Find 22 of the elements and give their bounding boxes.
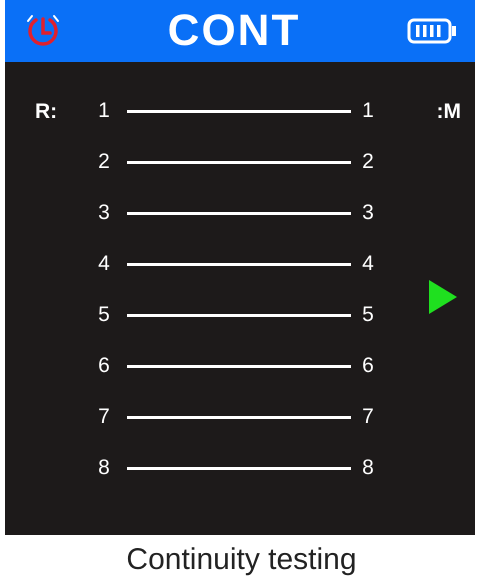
pin-number: 7 — [361, 404, 375, 430]
pin-number: 8 — [361, 455, 375, 481]
pin-number: 1 — [361, 98, 375, 124]
pin-number: 4 — [97, 251, 111, 277]
pin-number: 6 — [361, 353, 375, 379]
screen-title: CONT — [168, 6, 300, 56]
play-icon — [429, 280, 457, 314]
pin-number: 5 — [361, 302, 375, 328]
pin-number: 2 — [361, 149, 375, 175]
right-label: :M — [436, 99, 461, 125]
left-label: R: — [35, 100, 58, 123]
pin-number: 6 — [97, 353, 111, 379]
pin-number: 3 — [361, 200, 375, 226]
pin-number: 2 — [97, 149, 111, 175]
pin-number: 5 — [97, 302, 111, 328]
pin-number: 8 — [97, 455, 111, 481]
battery-icon — [407, 17, 457, 45]
pin-number: 7 — [97, 404, 111, 430]
pin-number: 1 — [97, 98, 111, 124]
pin-number: 4 — [361, 251, 375, 277]
pin-number: 3 — [97, 200, 111, 226]
caption: Continuity testing — [125, 543, 358, 577]
